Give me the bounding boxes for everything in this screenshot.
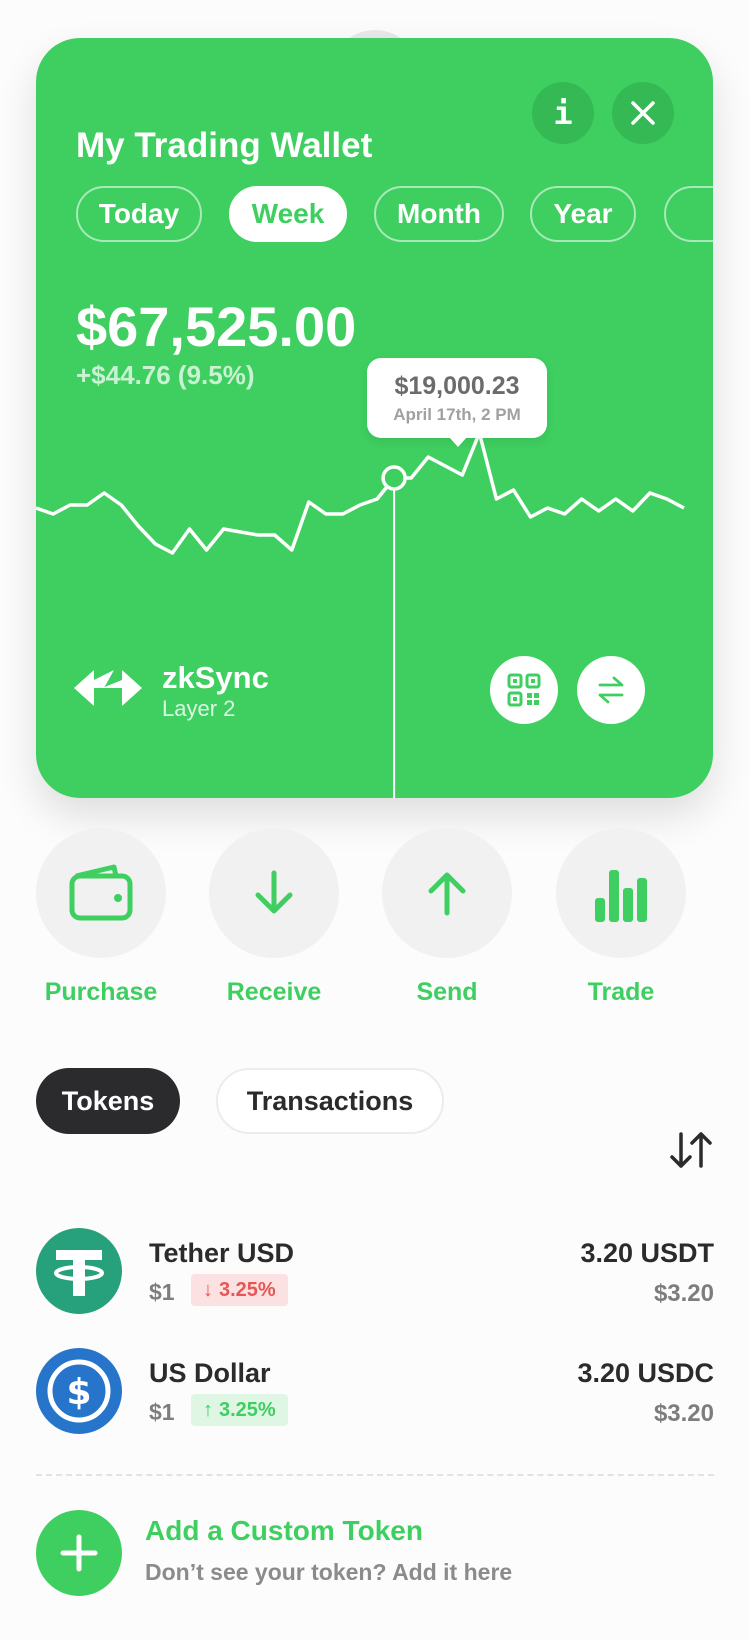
token-row-usdt[interactable]: Tether USD $1 ↓ 3.25% 3.20 USDT $3.20	[36, 1228, 714, 1318]
token-usd-value: $3.20	[653, 1280, 714, 1307]
trade-action[interactable]: Trade	[556, 828, 686, 1006]
tooltip-value: $19,000.23	[394, 372, 520, 400]
arrow-up-icon: ↑	[203, 1398, 213, 1421]
tooltip-date: April 17th, 2 PM	[393, 405, 521, 424]
tab-tokens[interactable]: Tokens	[36, 1068, 180, 1134]
zksync-logo-icon	[74, 670, 142, 706]
chart-series-line	[36, 431, 685, 555]
usdc-logo-icon: $	[36, 1348, 122, 1434]
receive-action[interactable]: Receive	[209, 828, 339, 1006]
wallet-icon	[69, 864, 133, 921]
swap-arrows-icon	[598, 676, 624, 704]
token-amount: 3.20 USDT	[580, 1238, 714, 1268]
chart-tooltip: $19,000.23 April 17th, 2 PM	[367, 358, 547, 447]
swap-button[interactable]	[577, 656, 645, 724]
token-name: US Dollar	[149, 1358, 271, 1388]
wallet-card: My Trading Wallet i Today Week Month Yea…	[36, 38, 713, 798]
arrow-up-icon	[428, 872, 466, 916]
sort-icon[interactable]	[668, 1130, 714, 1170]
arrow-down-icon: ↓	[203, 1278, 213, 1301]
divider	[36, 1474, 714, 1476]
receive-button[interactable]	[209, 828, 339, 958]
chart-highlight-point	[381, 465, 407, 491]
price-change-badge: ↓ 3.25%	[191, 1274, 288, 1306]
plus-icon	[60, 1534, 98, 1572]
trade-label: Trade	[587, 978, 655, 1006]
send-action[interactable]: Send	[382, 828, 512, 1006]
tether-logo-icon	[36, 1228, 122, 1314]
purchase-button[interactable]	[36, 828, 166, 958]
qr-code-button[interactable]	[490, 656, 558, 724]
token-row-usdc[interactable]: $ US Dollar $1 ↑ 3.25% 3.20 USDC $3.20	[36, 1348, 714, 1438]
send-button[interactable]	[382, 828, 512, 958]
add-token-subtitle: Don’t see your token? Add it here	[145, 1559, 513, 1585]
svg-text:$: $	[66, 1372, 91, 1413]
qr-code-icon	[507, 673, 541, 707]
network-subtitle: Layer 2	[162, 696, 236, 721]
token-usd-value: $3.20	[653, 1400, 714, 1427]
price-change-value: 3.25%	[219, 1398, 276, 1421]
tab-transactions[interactable]: Transactions	[216, 1068, 444, 1134]
send-label: Send	[416, 978, 478, 1006]
bar-chart-icon	[595, 870, 647, 922]
add-token-title[interactable]: Add a Custom Token	[145, 1515, 423, 1547]
trade-button[interactable]	[556, 828, 686, 958]
price-change-badge: ↑ 3.25%	[191, 1394, 288, 1426]
token-name: Tether USD	[149, 1238, 295, 1268]
add-custom-token-button[interactable]	[36, 1510, 122, 1596]
purchase-action[interactable]: Purchase	[36, 828, 166, 1006]
receive-label: Receive	[226, 978, 322, 1006]
purchase-label: Purchase	[44, 978, 158, 1006]
token-price: $1	[149, 1279, 175, 1305]
price-change-value: 3.25%	[219, 1278, 276, 1301]
network-name: zkSync	[162, 660, 269, 695]
arrow-down-icon	[255, 870, 293, 914]
token-amount: 3.20 USDC	[577, 1358, 714, 1388]
token-price: $1	[149, 1399, 175, 1425]
